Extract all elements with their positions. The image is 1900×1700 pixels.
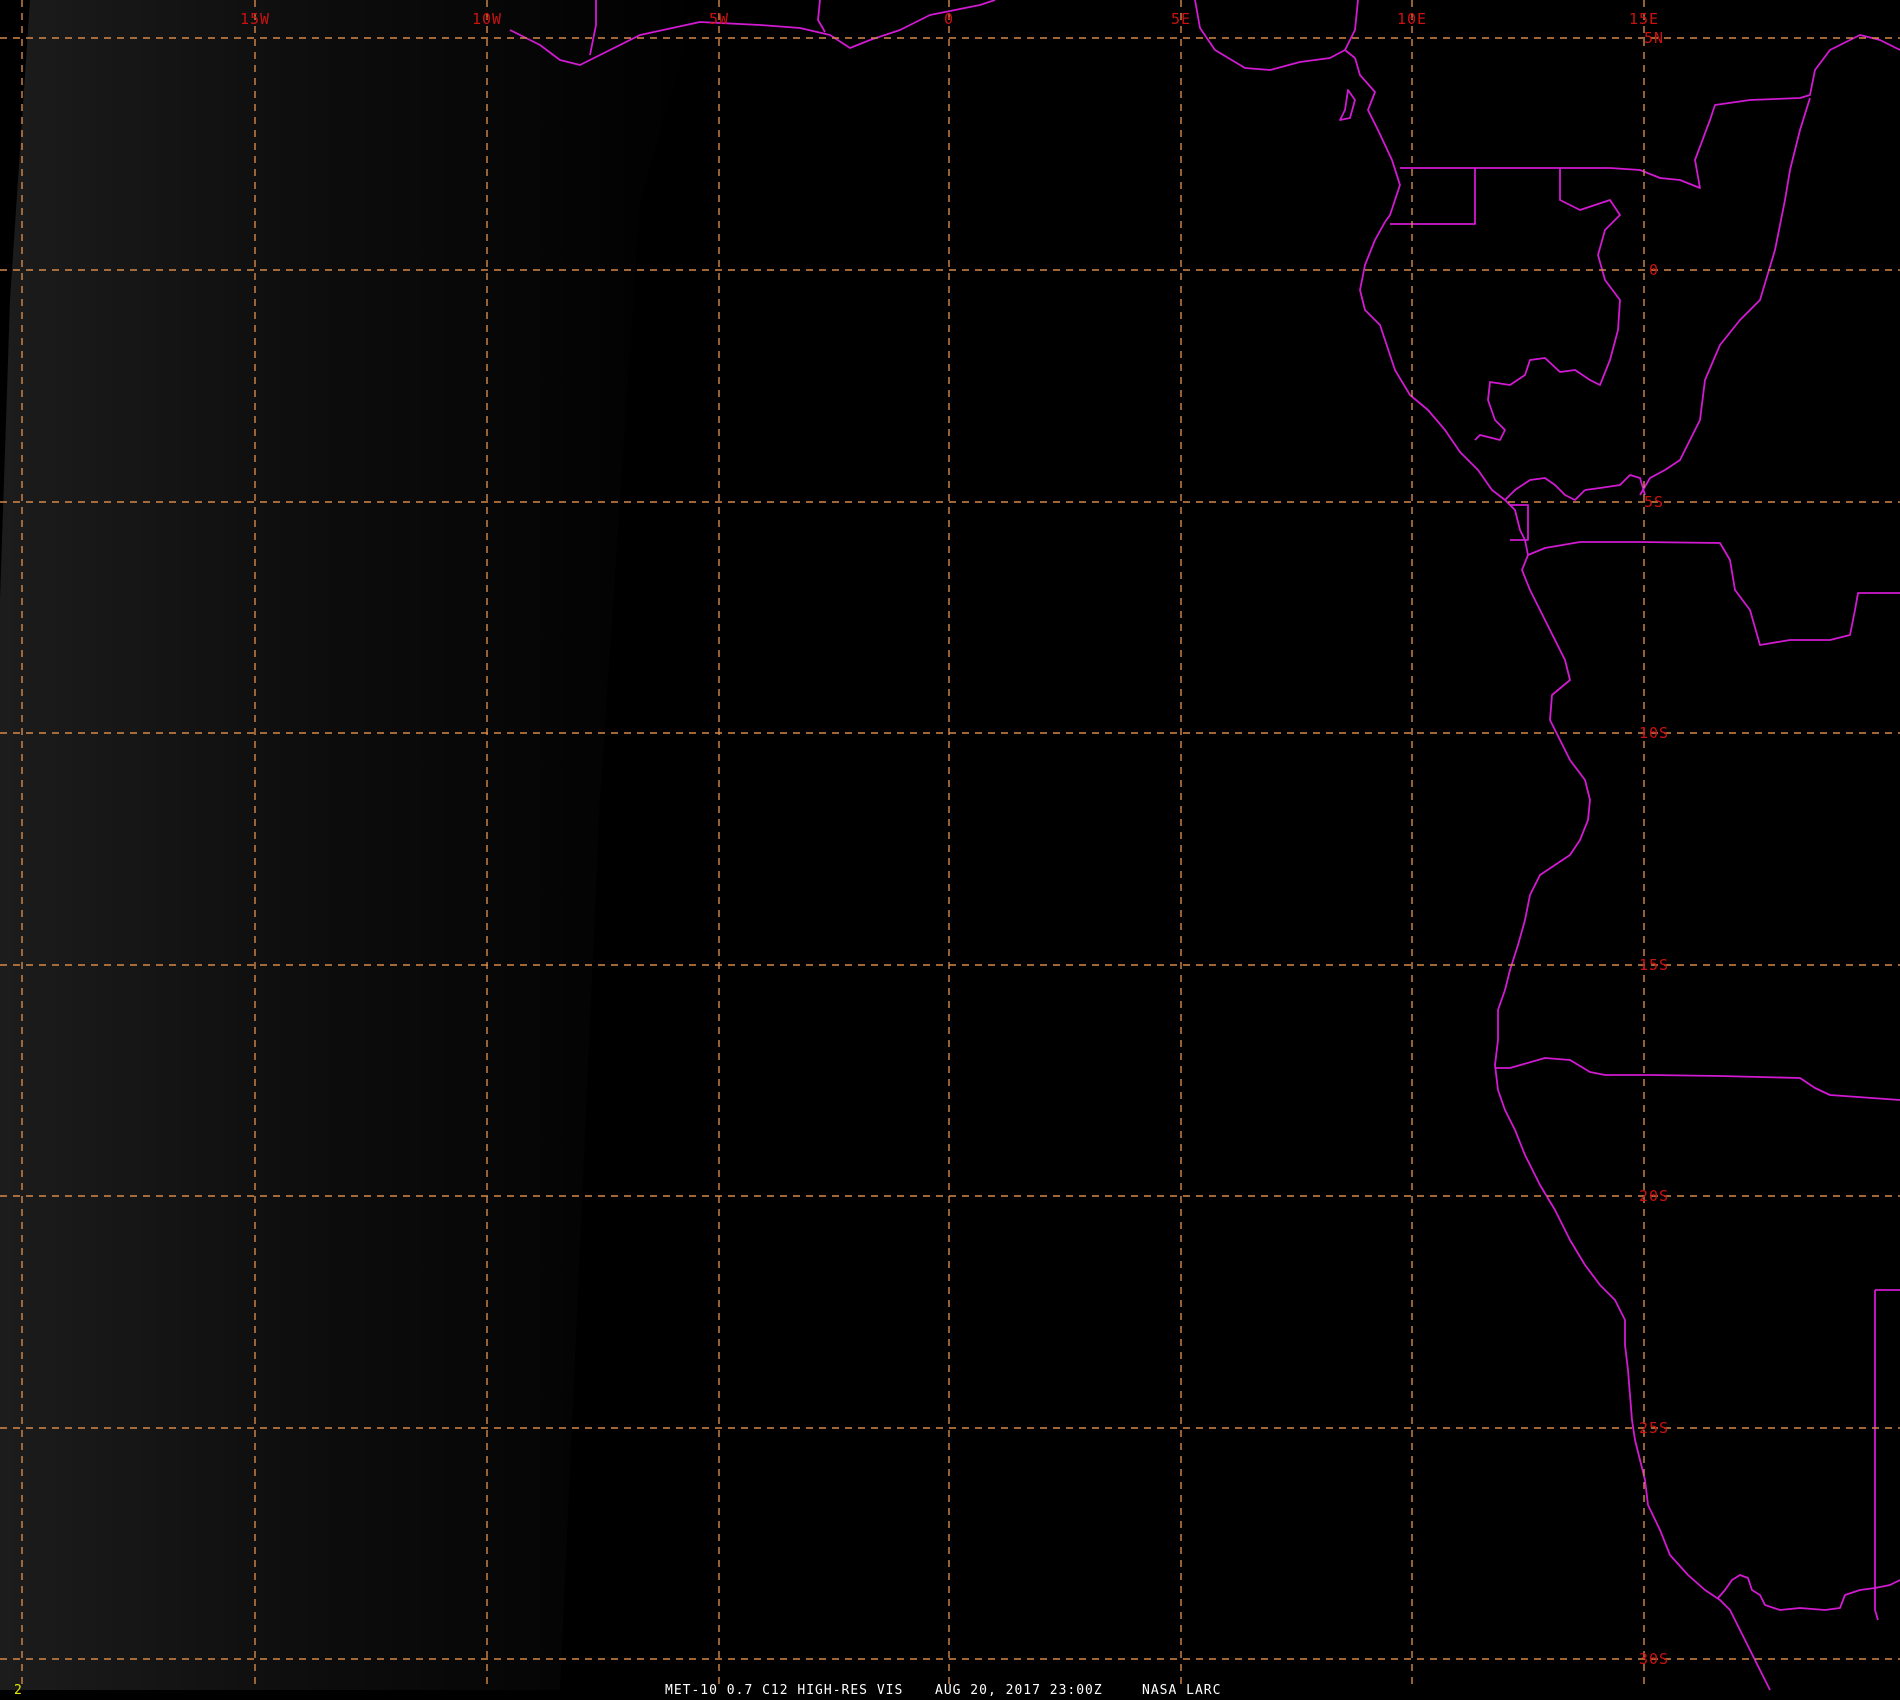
product-label: MET-10 0.7 C12 HIGH-RES VIS xyxy=(665,1683,904,1698)
longitude-label: 5E xyxy=(1171,10,1191,28)
namibia-coast xyxy=(1494,1064,1771,1691)
longitude-label: 10W xyxy=(472,10,502,28)
angola-coast xyxy=(1494,554,1591,1066)
satellite-map: 15W 10W 5W 0 5E 10E 15E 5N 0 5S 10S 15S 20S 25S 30S 2 … xyxy=(0,0,1900,1700)
latitude-label: 10S xyxy=(1639,724,1669,742)
longitude-label: 15E xyxy=(1629,10,1659,28)
frame-number: 2 xyxy=(14,1683,23,1698)
timestamp: AUG 20, 2017 23:00Z xyxy=(935,1683,1103,1698)
latitude-label: 25S xyxy=(1639,1419,1669,1437)
source-label: NASA LARC xyxy=(1142,1683,1222,1698)
botswana-border xyxy=(1874,1290,1879,1621)
gabon-border-north xyxy=(1474,167,1621,441)
latitude-label: 30S xyxy=(1639,1650,1669,1668)
namibia-sa-border xyxy=(1717,1574,1900,1611)
bioko-coast xyxy=(1339,89,1356,121)
longitude-label: 0 xyxy=(944,10,954,28)
image-caption: 2 MET-10 0.7 C12 HIGH-RES VIS AUG 20, 20… xyxy=(0,1680,1900,1700)
eq-guinea-border xyxy=(1390,167,1476,225)
drc-border xyxy=(1639,97,1811,496)
cameroon-border xyxy=(1344,0,1359,51)
cameroon-coast xyxy=(1354,57,1401,223)
latitude-label: 20S xyxy=(1639,1187,1669,1205)
cabinda xyxy=(1584,474,1646,496)
border-2 xyxy=(817,0,826,33)
angola-namibia-border xyxy=(1495,1057,1900,1101)
longitude-label: 10E xyxy=(1397,10,1427,28)
drc-angola-border xyxy=(1527,541,1900,646)
latitude-label: 15S xyxy=(1639,956,1669,974)
latitude-label: 0 xyxy=(1649,261,1659,279)
longitude-label: 5W xyxy=(709,10,729,28)
map-canvas: 15W 10W 5W 0 5E 10E 15E5N 0 5S 10S 15S 20S 25S 30S xyxy=(0,0,1900,1691)
gulf-coast-east xyxy=(1194,0,1356,71)
longitude-label: 15W xyxy=(240,10,270,28)
illuminated-region xyxy=(0,0,700,1690)
latitude-label: 5N xyxy=(1644,29,1664,47)
latitude-label: 5S xyxy=(1644,493,1664,511)
gabon-coast xyxy=(1359,221,1529,556)
congo-coast xyxy=(1504,477,1586,501)
congo-border xyxy=(1560,34,1900,189)
